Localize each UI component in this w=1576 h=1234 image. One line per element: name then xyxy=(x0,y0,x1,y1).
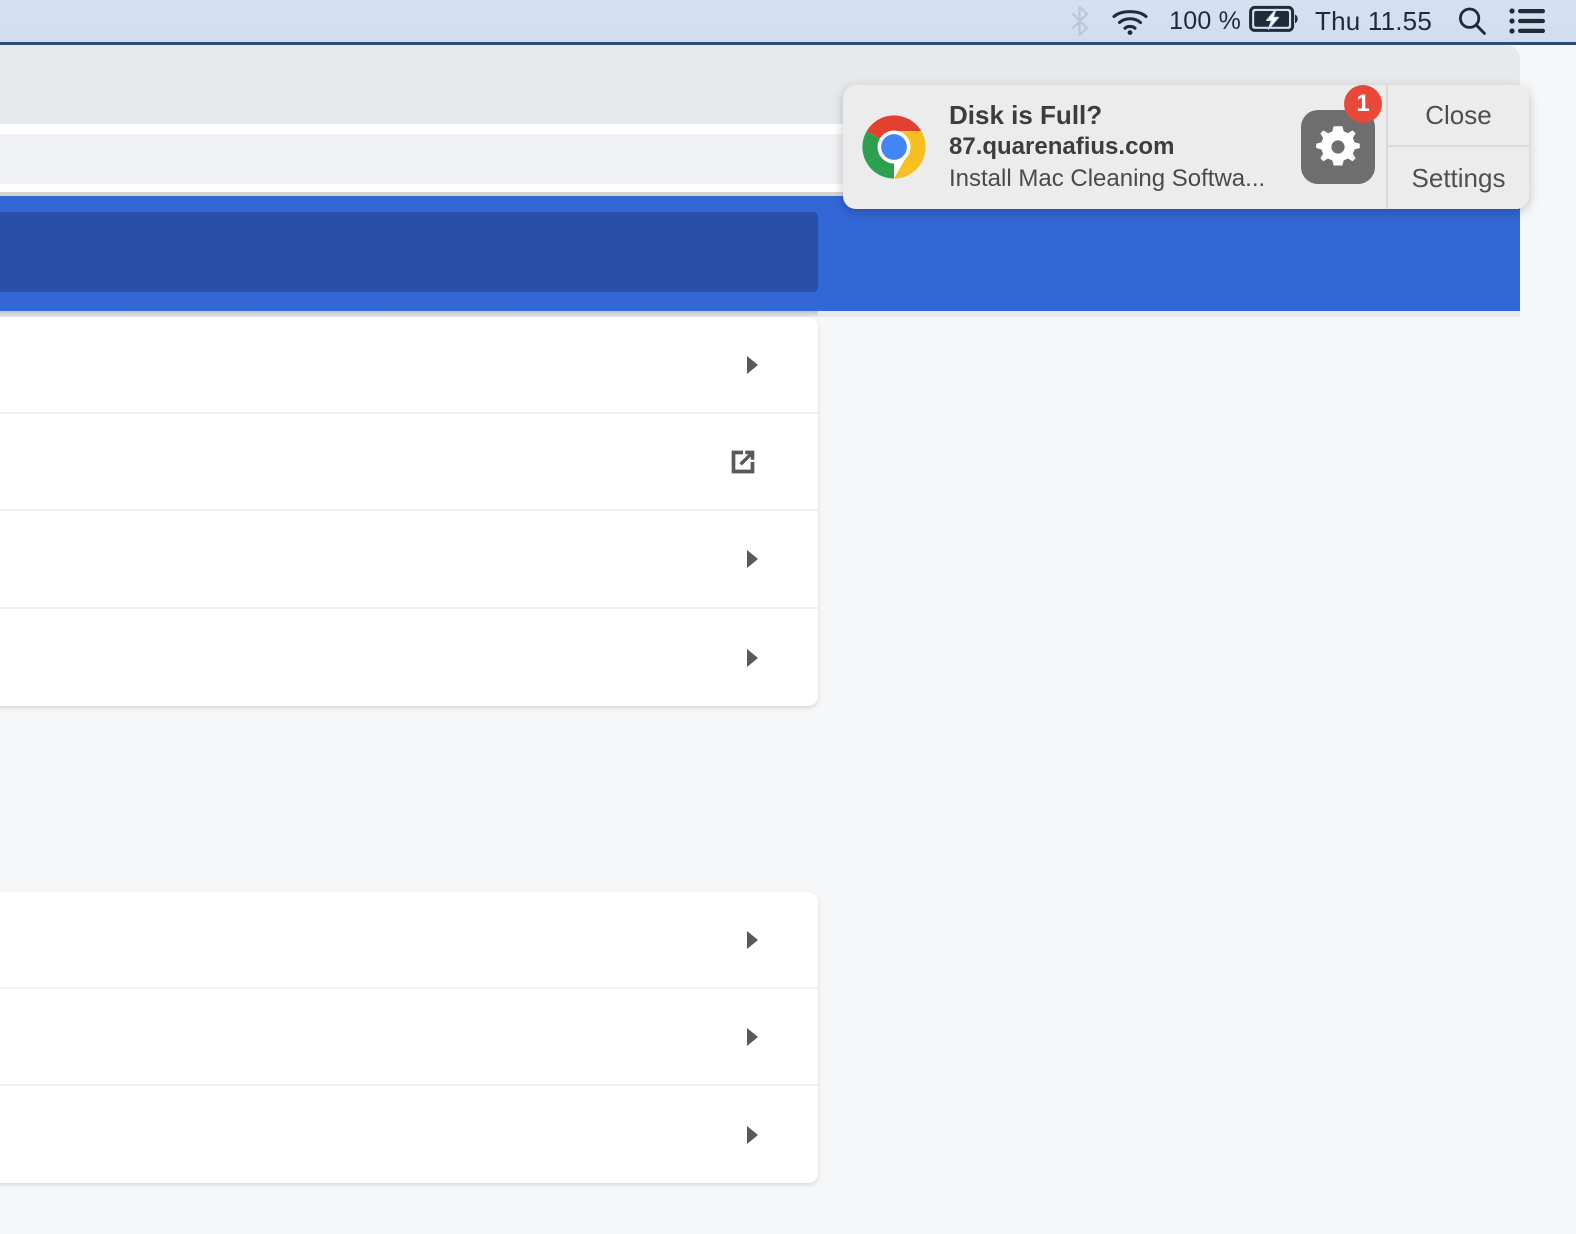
background-app-window xyxy=(0,45,1520,1234)
list-item[interactable] xyxy=(0,317,818,414)
battery-percent-label: 100 % xyxy=(1169,6,1242,35)
bluetooth-icon[interactable] xyxy=(1059,0,1101,42)
chevron-right-icon[interactable] xyxy=(744,1026,760,1048)
screen: 100 % Thu 11.55 Disk is Full? 87.quarena… xyxy=(0,0,1576,1234)
notification-domain: 87.quarenafius.com xyxy=(949,133,1175,161)
notification-text: Disk is Full? 87.quarenafius.com Install… xyxy=(949,99,1290,196)
chevron-right-icon[interactable] xyxy=(744,929,760,951)
notification-actions: Close Settings xyxy=(1386,85,1529,209)
list-item[interactable] xyxy=(0,1086,818,1183)
battery-charging-icon xyxy=(1249,5,1301,38)
search-icon[interactable] xyxy=(1446,0,1498,42)
list-item[interactable] xyxy=(0,609,818,706)
external-link-icon[interactable] xyxy=(726,445,760,479)
wifi-icon[interactable] xyxy=(1101,0,1159,42)
chrome-notification-banner[interactable]: Disk is Full? 87.quarenafius.com Install… xyxy=(843,85,1529,209)
control-center-icon[interactable] xyxy=(1498,0,1558,42)
notification-app-icon-wrap: 1 xyxy=(1290,85,1386,209)
battery-status[interactable]: 100 % xyxy=(1159,0,1303,42)
notification-badge: 1 xyxy=(1344,85,1382,123)
list-item[interactable] xyxy=(0,511,818,609)
content-area xyxy=(0,317,1520,1234)
chevron-right-icon[interactable] xyxy=(744,647,760,669)
notification-close-button[interactable]: Close xyxy=(1388,85,1529,147)
chevron-right-icon[interactable] xyxy=(744,548,760,570)
chrome-logo-icon xyxy=(861,114,927,180)
menu-bar-clock[interactable]: Thu 11.55 xyxy=(1303,0,1446,42)
list-item[interactable] xyxy=(0,989,818,1086)
chevron-right-icon[interactable] xyxy=(744,1124,760,1146)
hero-inset-panel[interactable] xyxy=(0,212,818,292)
list-card-1 xyxy=(0,317,818,706)
list-item[interactable] xyxy=(0,414,818,511)
hero-banner xyxy=(0,196,1520,311)
notification-settings-button[interactable]: Settings xyxy=(1388,147,1529,209)
list-card-2 xyxy=(0,892,818,1183)
list-item[interactable] xyxy=(0,892,818,989)
chevron-right-icon[interactable] xyxy=(744,354,760,376)
macos-menu-bar: 100 % Thu 11.55 xyxy=(0,0,1576,45)
notification-body[interactable]: Disk is Full? 87.quarenafius.com Install… xyxy=(843,85,1386,209)
notification-title: Disk is Full? xyxy=(949,99,1103,130)
notification-message: Install Mac Cleaning Softwa... xyxy=(949,165,1266,193)
